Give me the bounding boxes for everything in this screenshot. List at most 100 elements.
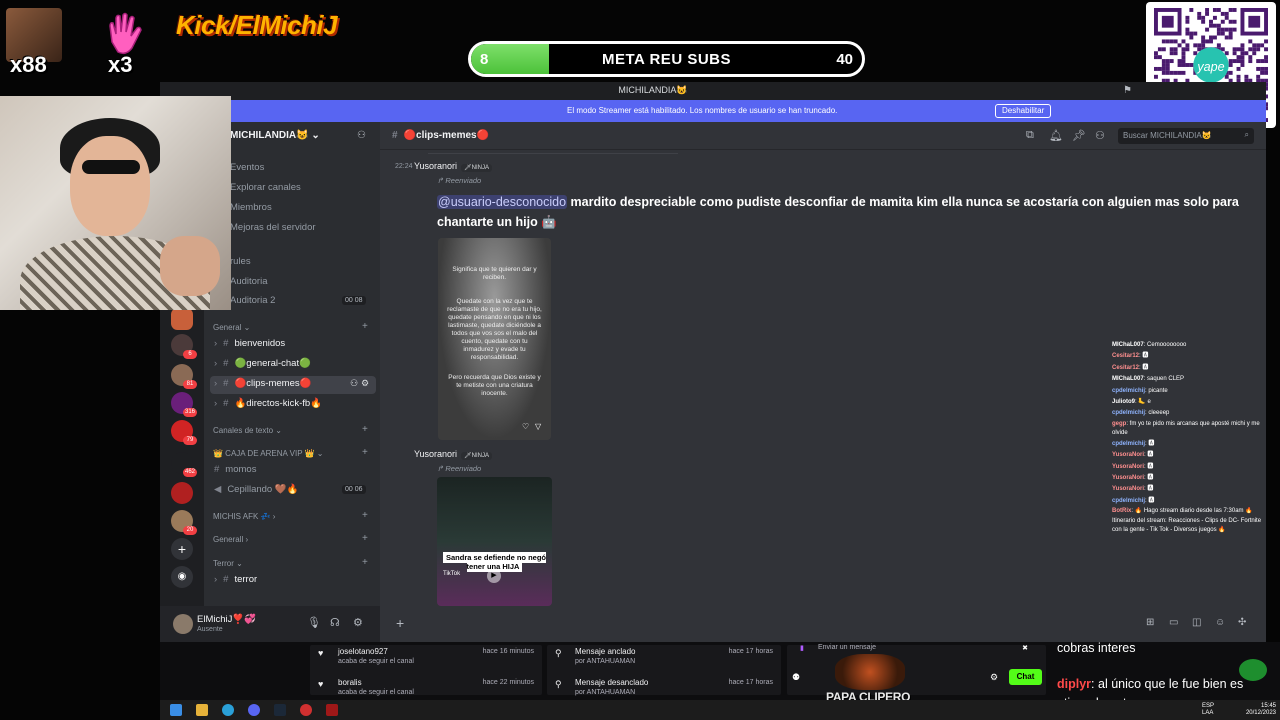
create-channel-icon[interactable]: + <box>362 424 368 435</box>
sticker-icon[interactable]: ◫ <box>1192 617 1201 628</box>
taskbar-clock: 15:45 20/12/2023 <box>1245 703 1276 716</box>
add-server-icon[interactable]: + <box>171 538 193 560</box>
apps-icon[interactable]: ✣ <box>1238 617 1246 628</box>
window-titlebar: MICHILANDIA😺 <box>160 82 1146 100</box>
message-author[interactable]: Yusoranori 🗡NINJA <box>414 449 492 460</box>
server-icon[interactable]: 6 <box>171 334 197 359</box>
attachment-image-2[interactable]: Sandra se defiende no negó tener una HIJ… <box>437 477 552 606</box>
emoji-icon[interactable]: ☺ <box>1215 617 1225 628</box>
bell-icon[interactable]: 🔔︎ <box>1049 129 1063 142</box>
sidebar-item-auditoria-2[interactable]: Auditoria 2 <box>230 295 275 306</box>
edge-icon[interactable] <box>222 704 234 716</box>
papa-clipero-logo <box>835 654 905 690</box>
headphones-icon[interactable]: ☊ <box>330 616 340 629</box>
pins-panel: ⚲ Mensaje anclado por ANTAHUAMAN hace 17… <box>547 645 781 696</box>
follows-panel: ♥ joselotano927 acaba de seguir el canal… <box>310 645 542 696</box>
attachment-image-1[interactable]: Significa que te quieren dar y reciben. … <box>438 238 551 440</box>
channel-bienvenidos[interactable]: › # bienvenidos <box>214 338 285 349</box>
stream-chat-line: YusoraNori: 🅰 <box>1112 473 1272 484</box>
emote-icon[interactable]: ⚉ <box>792 672 800 683</box>
attach-plus-icon[interactable]: + <box>396 615 404 631</box>
big-chat-line: cobras interes <box>1057 641 1136 655</box>
server-icon[interactable]: 79 <box>171 420 197 445</box>
server-icon[interactable]: 316 <box>171 392 197 417</box>
invite-icon[interactable]: ⚇ <box>350 378 358 389</box>
category-generall[interactable]: Generall › <box>213 535 248 544</box>
sidebar-item-explorar[interactable]: Explorar canales <box>230 182 301 193</box>
microphone-icon[interactable]: 🎙︎ <box>307 616 321 629</box>
server-icon-michilandia[interactable] <box>171 308 193 330</box>
hash-icon: # <box>214 464 220 475</box>
discover-servers-icon[interactable]: ◉ <box>171 566 193 588</box>
play-icon[interactable]: ▶ <box>487 569 501 583</box>
add-member-icon[interactable]: ⚇ <box>357 130 366 141</box>
message-author[interactable]: Yusoranori 🗡NINJA <box>414 161 492 172</box>
channel-momos[interactable]: # momos <box>214 464 256 475</box>
gif-icon[interactable]: ▭ <box>1169 617 1178 628</box>
stream-chat-line: Cesitar12: 🅰 <box>1112 351 1272 362</box>
chevron-icon: › <box>214 338 218 349</box>
server-icon[interactable] <box>171 482 193 504</box>
stream-chat-message: : 🅰 <box>1145 497 1155 504</box>
channel-terror[interactable]: › # terror <box>214 574 257 585</box>
flag-icon[interactable]: ⚑ <box>1123 85 1132 96</box>
sidebar-item-auditoria[interactable]: Auditoria <box>230 276 268 287</box>
search-input[interactable]: Buscar MICHILANDIA😺 ⌕ <box>1118 128 1254 144</box>
stream-chat-username: Cesitar12 <box>1112 353 1140 360</box>
heart-icon: ♡ <box>522 422 530 431</box>
stream-chat-username: gegp <box>1112 420 1127 427</box>
user-mention[interactable]: @usuario-desconocido <box>437 195 568 209</box>
server-icon[interactable]: 462 <box>171 452 197 477</box>
threads-icon[interactable]: ⧉ <box>1026 129 1034 142</box>
search-icon: ⌕ <box>1244 130 1249 139</box>
start-icon[interactable] <box>170 704 182 716</box>
pin-icon[interactable]: 📌︎ <box>1072 129 1086 142</box>
chat-header: # 🔴clips-memes🔴 ⧉ 🔔︎ 📌︎ ⚇ Buscar MICHILAN… <box>380 122 1266 150</box>
create-channel-icon[interactable]: + <box>362 533 368 544</box>
category-canales-texto[interactable]: Canales de texto ⌄ <box>213 426 282 435</box>
channel-clips-memes[interactable]: › # 🔴clips-memes🔴 <box>214 378 311 389</box>
category-vip[interactable]: 👑 CAJA DE ARENA VIP 👑 ⌄ <box>213 449 324 458</box>
create-channel-icon[interactable]: + <box>362 510 368 521</box>
app-icon[interactable] <box>326 704 338 716</box>
category-general[interactable]: General ⌄ <box>213 323 250 332</box>
server-name[interactable]: MICHILANDIA😺 ⌄ <box>230 130 320 141</box>
file-explorer-icon[interactable] <box>196 704 208 716</box>
voice-channel-cepillando[interactable]: ◀ Cepillando 🤎🔥 <box>214 484 299 495</box>
close-icon[interactable]: ✖ <box>1022 644 1028 652</box>
gear-icon[interactable]: ⚙ <box>990 672 998 683</box>
chat-send-button[interactable]: Chat <box>1009 669 1042 685</box>
create-channel-icon[interactable]: + <box>362 557 368 568</box>
server-icon[interactable]: 81 <box>171 364 197 389</box>
channel-directos-kick-fb[interactable]: › # 🔥directos-kick-fb🔥 <box>214 398 322 409</box>
sidebar-item-eventos[interactable]: Eventos <box>230 162 264 173</box>
category-michis-afk[interactable]: MICHIS AFK 💤 › <box>213 512 275 521</box>
webcam-feed <box>0 96 231 310</box>
streamer-banner-text: El modo Streamer está habilitado. Los no… <box>567 106 838 115</box>
stream-chat-message: : 🅰 <box>1139 364 1149 371</box>
gear-icon[interactable]: ⚙ <box>361 378 369 389</box>
alert-count-2: x3 <box>108 52 133 77</box>
stream-chat-message: : cleeeep <box>1145 410 1170 417</box>
gear-icon[interactable]: ⚙ <box>353 616 363 629</box>
category-terror[interactable]: Terror ⌄ <box>213 559 243 568</box>
create-channel-icon[interactable]: + <box>362 321 368 332</box>
avatar[interactable] <box>173 614 193 634</box>
sidebar-item-rules[interactable]: rules <box>230 256 251 267</box>
sidebar-item-mejoras[interactable]: Mejoras del servidor <box>230 222 316 233</box>
gift-icon[interactable]: ⊞ <box>1146 617 1154 628</box>
create-channel-icon[interactable]: + <box>362 447 368 458</box>
discord-icon[interactable] <box>248 704 260 716</box>
steam-icon[interactable] <box>274 704 286 716</box>
stream-chat-line: Julioto9: 🦶 e <box>1112 397 1272 408</box>
members-icon[interactable]: ⚇ <box>1095 129 1105 142</box>
message-timestamp: 22:24 <box>395 163 413 170</box>
server-icon[interactable]: 20 <box>171 510 197 535</box>
stream-chat-message: : saquen CLEP <box>1143 376 1185 383</box>
disable-streamer-button[interactable]: Deshabilitar <box>995 104 1052 118</box>
send-message-input[interactable]: ▮ Enviar un mensaje ✖ <box>796 644 1038 658</box>
channel-general-chat[interactable]: › # 🟢general-chat🟢 <box>214 358 311 369</box>
sidebar-item-miembros[interactable]: Miembros <box>230 202 272 213</box>
obs-icon[interactable] <box>300 704 312 716</box>
stream-chat-line: YusoraNori: 🅰 <box>1112 484 1272 495</box>
